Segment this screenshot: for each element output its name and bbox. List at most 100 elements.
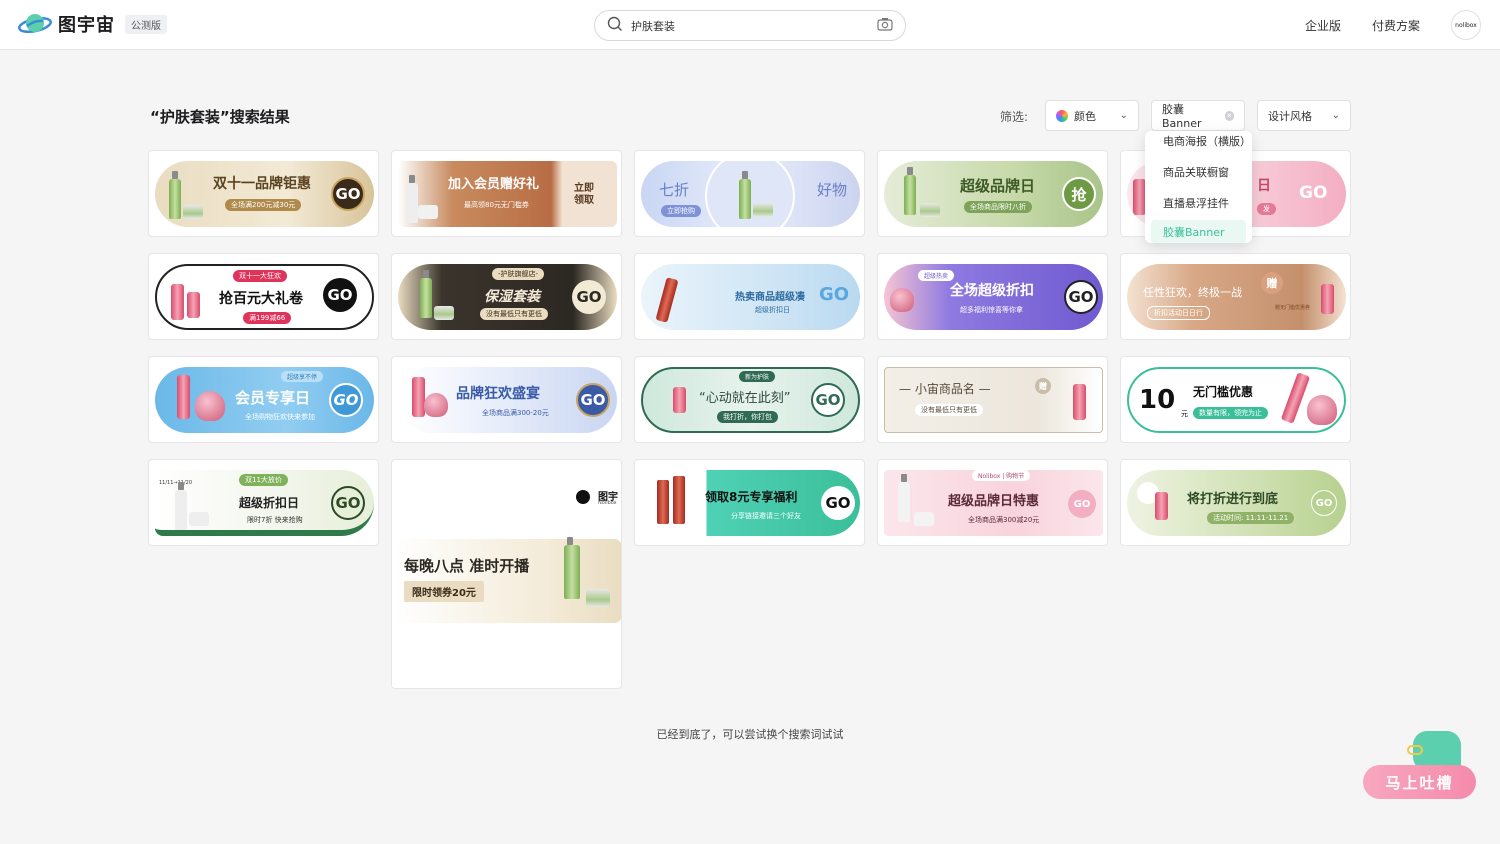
template-card[interactable]: 加入会员赠好礼 最高领80元无门槛券 立即领取: [391, 150, 622, 237]
banner-sub: 限时领券20元: [404, 581, 484, 602]
banner-sub: 超多福利惊喜等你拿: [960, 306, 1023, 314]
product-bottle: [904, 167, 916, 215]
feedback-label: 马上吐槽: [1385, 773, 1454, 792]
template-card[interactable]: 超级品牌日 全场商品限时八折 抢: [877, 150, 1108, 237]
color-filter[interactable]: 颜色 ⌄: [1045, 100, 1139, 131]
banner-tag: Nolibox | 购物节: [972, 470, 1031, 481]
banner-tag: 超级享不停: [281, 371, 324, 382]
template-card[interactable]: 超级热卖 全场超级折扣 超多福利惊喜等你拿 GO: [877, 253, 1108, 340]
banner: 双十一品牌钜惠 全场满200元减30元 GO: [155, 161, 374, 227]
dropdown-item[interactable]: 直播悬浮挂件: [1145, 191, 1252, 215]
product-jar: [183, 205, 203, 219]
chevron-down-icon: ⌄: [1119, 110, 1128, 121]
logo-text: 图宇宙: [58, 15, 115, 36]
end-of-results-text: 已经到底了，可以尝试换个搜索词试试: [656, 728, 844, 741]
banner-title: 超级品牌日特惠: [948, 494, 1040, 509]
banner: 领取8元专享福利 分享链接邀请三个好友 GO: [641, 470, 860, 536]
style-filter[interactable]: 设计风格 ⌄: [1257, 100, 1351, 131]
banner-title: 加入会员赠好礼: [448, 177, 540, 192]
banner: — 小宙商品名 — 没有最低只有更低 赠: [884, 367, 1103, 433]
banner-title: 超级品牌日: [960, 177, 1036, 195]
dropdown-item[interactable]: 电商海报（横版）: [1145, 131, 1252, 153]
template-card[interactable]: 将打折进行到底 活动时间: 11.11-11.21 GO: [1120, 459, 1351, 546]
dropdown-item-selected[interactable]: 胶囊Banner: [1151, 220, 1246, 243]
banner-title: 领取8元专享福利: [705, 490, 798, 504]
template-card[interactable]: 图宇 Nolibox 每晚八点 准时开播 限时领券20元: [391, 459, 622, 689]
banner-sub: 全场满200元减30元: [225, 199, 302, 211]
banner-title: 保湿套装: [484, 289, 540, 305]
banner-title: 日: [1257, 178, 1271, 194]
discount-number: 10: [1139, 385, 1176, 415]
clear-icon[interactable]: ✕: [1224, 110, 1234, 121]
product-bottle: [169, 171, 181, 219]
product-bottle: [673, 387, 686, 413]
go-button: GO: [331, 177, 365, 211]
go-text: GO: [819, 284, 850, 305]
product-bottle: [187, 292, 200, 318]
template-card[interactable]: 新为护肤 “心动就在此刻” 我打折，你打包 GO: [634, 356, 865, 443]
template-card[interactable]: 双十一品牌钜惠 全场满200元减30元 GO: [148, 150, 379, 237]
banner-sub: 全场商品满300-20元: [482, 409, 549, 417]
go-button: GO: [331, 486, 365, 520]
template-card[interactable]: 11/11→11/20 双11大放价 超级折扣日 限时7折 快来抢购 GO: [148, 459, 379, 546]
camera-icon[interactable]: [877, 16, 893, 35]
template-card[interactable]: 超级享不停 会员专享日 全场购物狂欢快来参加 GO: [148, 356, 379, 443]
beta-badge: 公测版: [125, 14, 167, 34]
product-jar: [418, 205, 438, 219]
template-card[interactable]: Nolibox | 购物节 超级品牌日特惠 全场商品满300减20元 GO: [877, 459, 1108, 546]
product-jar: [914, 512, 934, 526]
banner: 七折 好物 立即抢购: [641, 161, 860, 227]
banner: 加入会员赠好礼 最高领80元无门槛券 立即领取: [398, 161, 617, 227]
product-bottle: [739, 171, 751, 219]
template-card[interactable]: 热卖商品超级凑 超级折扣日 GO: [634, 253, 865, 340]
product-bottle: [657, 480, 669, 524]
product-bottle: [406, 175, 418, 223]
product-jar: [586, 589, 610, 607]
product-bottle: [564, 537, 580, 599]
template-card[interactable]: 领取8元专享福利 分享链接邀请三个好友 GO: [634, 459, 865, 546]
dropdown-item[interactable]: 商品关联橱窗: [1145, 160, 1252, 184]
banner-title-right: 好物: [817, 181, 848, 199]
template-card[interactable]: 任性狂欢，终极一战 折扣活动日日行 赠 赠无门槛优惠券: [1120, 253, 1351, 340]
nav-enterprise[interactable]: 企业版: [1305, 17, 1341, 34]
gift-badge: 赠: [1035, 378, 1051, 394]
product-bottle: [1073, 384, 1086, 420]
go-button: GO: [821, 486, 855, 520]
feedback-button[interactable]: 马上吐槽: [1363, 765, 1476, 799]
decor-icon: [1407, 745, 1423, 755]
template-card[interactable]: 10 元 无门槛优惠 数量有限，领完为止: [1120, 356, 1351, 443]
template-card[interactable]: 品牌狂欢盛宴 全场商品满300-20元 GO: [391, 356, 622, 443]
banner-title: 双十一品牌钜惠: [213, 176, 311, 192]
banner-title: 热卖商品超级凑: [735, 292, 805, 303]
banner: 将打折进行到底 活动时间: 11.11-11.21 GO: [1127, 470, 1346, 536]
template-card[interactable]: 双十一大狂欢 抢百元大礼卷 满199减66 GO: [148, 253, 379, 340]
brand-sub: Nolibox: [598, 500, 617, 506]
search-icon: [607, 16, 623, 36]
type-filter[interactable]: 胶囊Banner ✕: [1151, 100, 1245, 131]
banner-title: 每晚八点 准时开播: [404, 557, 530, 575]
banner: 11/11→11/20 双11大放价 超级折扣日 限时7折 快来抢购 GO: [155, 470, 374, 536]
go-button: GO: [1311, 490, 1337, 516]
search-bar[interactable]: [594, 10, 906, 41]
product-jar: [434, 306, 454, 320]
product-bottle: [177, 375, 190, 419]
template-card[interactable]: -护肤旗舰店- 保湿套装 没有最低只有更低 GO: [391, 253, 622, 340]
template-card[interactable]: 七折 好物 立即抢购: [634, 150, 865, 237]
banner-sub: 没有最低只有更低: [480, 308, 548, 320]
banner-tag: -护肤旗舰店-: [492, 268, 545, 280]
avatar[interactable]: nolibox: [1451, 10, 1481, 40]
product-bottle: [673, 476, 685, 524]
go-button: GO: [1064, 280, 1098, 314]
search-input[interactable]: [631, 19, 877, 32]
chevron-down-icon: ⌄: [1331, 110, 1340, 121]
template-card[interactable]: — 小宙商品名 — 没有最低只有更低 赠: [877, 356, 1108, 443]
banner-title: 品牌狂欢盛宴: [456, 386, 540, 402]
nav-pricing[interactable]: 付费方案: [1372, 17, 1420, 34]
go-button: 抢: [1062, 177, 1096, 211]
banner: 每晚八点 准时开播 限时领券20元: [394, 537, 621, 623]
logo[interactable]: 图宇宙 公测版: [18, 11, 167, 37]
banner: 任性狂欢，终极一战 折扣活动日日行 赠 赠无门槛优惠券: [1127, 264, 1346, 330]
product-bottle: [412, 377, 425, 417]
go-button: GO: [811, 383, 845, 417]
feedback-widget[interactable]: 马上吐槽: [1363, 731, 1476, 801]
